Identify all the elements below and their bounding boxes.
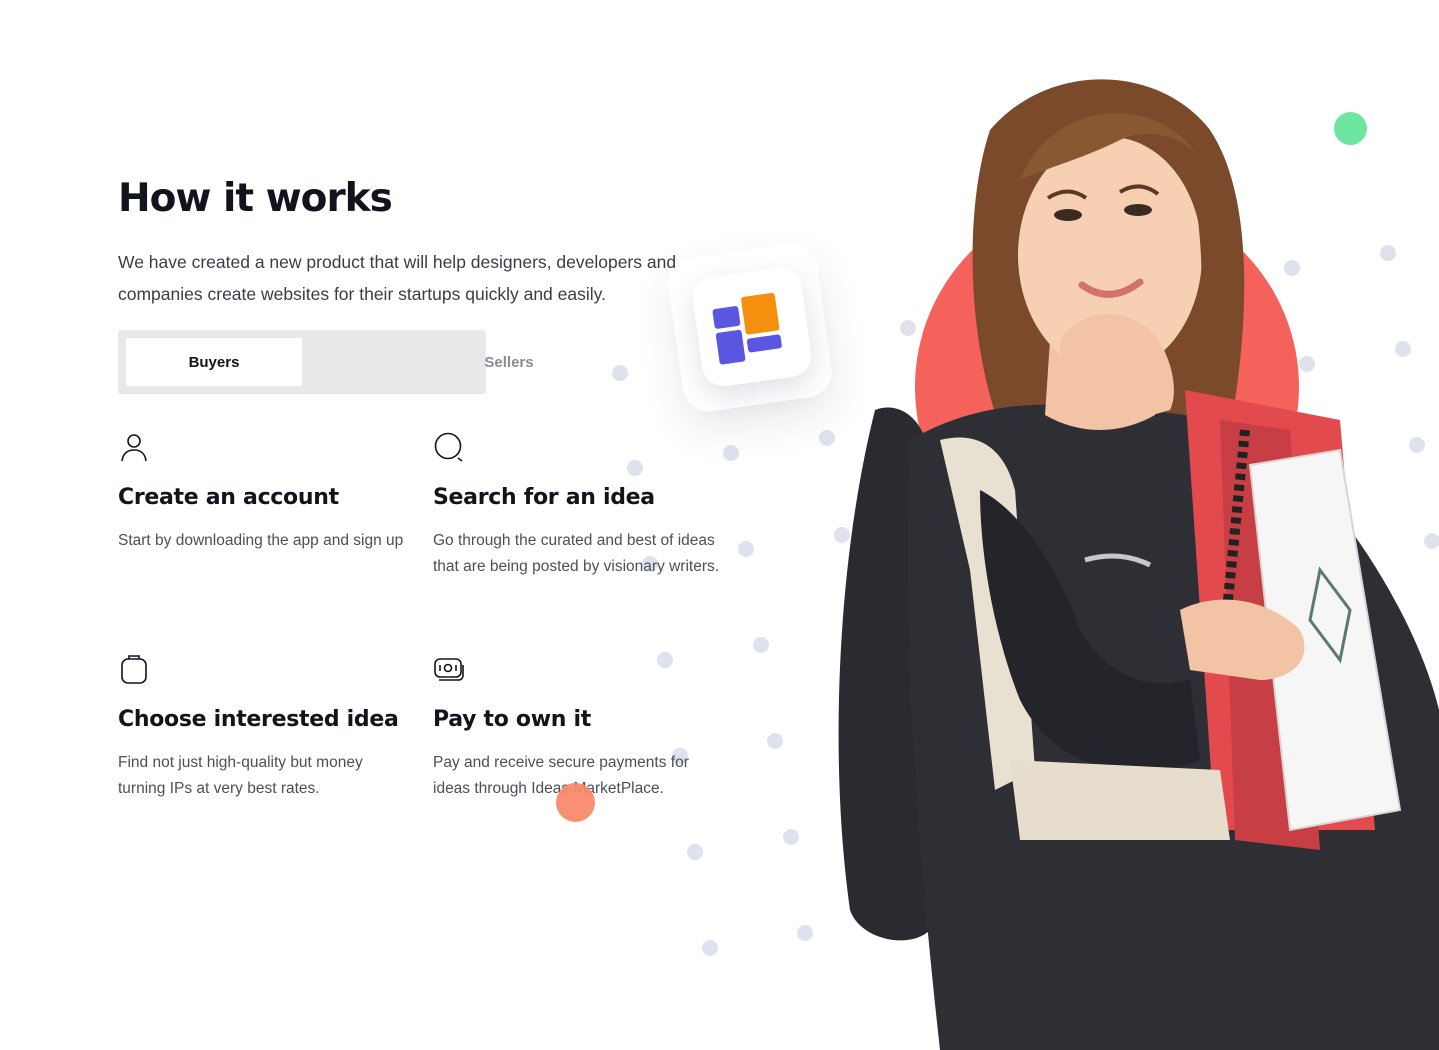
step-pay-own: Pay to own it Pay and receive secure pay…: [433, 653, 723, 802]
step-description: Go through the curated and best of ideas…: [433, 532, 720, 575]
audience-tabs: Buyers Sellers: [118, 330, 534, 394]
step-description: Start by downloading the app and sign up: [118, 532, 404, 549]
step-description: Find not just high-quality but money tur…: [118, 754, 363, 797]
orange-accent-dot: [556, 783, 595, 822]
clipboard-icon: [121, 655, 147, 684]
money-icon: [434, 658, 464, 681]
tab-sellers[interactable]: Sellers: [421, 338, 597, 386]
hero-image: [838, 79, 1439, 1050]
user-icon: [121, 434, 147, 462]
intro-text: We have created a new product that will …: [118, 252, 677, 304]
page-title: How it works: [118, 176, 393, 221]
layout-grid-icon: [689, 264, 815, 390]
tab-buyers[interactable]: Buyers: [126, 338, 302, 386]
step-search-idea: Search for an idea Go through the curate…: [433, 431, 723, 580]
step-title: Pay to own it: [433, 707, 591, 732]
search-icon: [434, 432, 463, 462]
step-choose-idea: Choose interested idea Find not just hig…: [118, 653, 408, 802]
step-create-account: Create an account Start by downloading t…: [118, 431, 408, 554]
step-title: Choose interested idea: [118, 707, 399, 732]
step-title: Create an account: [118, 485, 339, 510]
step-title: Search for an idea: [433, 485, 655, 510]
